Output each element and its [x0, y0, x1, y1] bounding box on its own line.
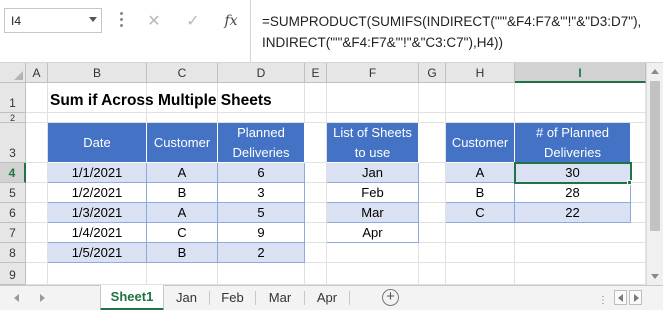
drag-handle-icon[interactable] [120, 12, 123, 30]
row-header-6[interactable]: 6 [0, 203, 26, 223]
column-header-g[interactable]: G [419, 63, 446, 83]
row-header-5[interactable]: 5 [0, 183, 26, 203]
chevron-down-icon[interactable] [89, 17, 97, 22]
table-header-list-of-sheets[interactable]: List of Sheets to use [327, 123, 419, 163]
column-header-f[interactable]: F [327, 63, 419, 83]
tab-feb[interactable]: Feb [210, 286, 255, 310]
table-header-customer[interactable]: Customer [446, 123, 515, 163]
column-header-d[interactable]: D [218, 63, 305, 83]
table-cell[interactable]: 1/1/2021 [48, 163, 147, 183]
fill-handle[interactable] [627, 180, 632, 185]
scroll-up-icon[interactable] [651, 69, 659, 74]
formula-bar: I4 ✕ ✓ fx =SUMPRODUCT(SUMIFS(INDIRECT("'… [0, 0, 663, 63]
select-all-button[interactable] [0, 63, 26, 83]
row-header-8[interactable]: 8 [0, 243, 26, 263]
table-cell[interactable]: 5 [218, 203, 305, 223]
name-box[interactable]: I4 [4, 8, 102, 33]
sheet-title[interactable]: Sum if Across Multiple Sheets [50, 92, 272, 110]
table-cell[interactable]: 2 [218, 243, 305, 263]
table-cell[interactable]: 1/3/2021 [48, 203, 147, 223]
list-item[interactable]: Feb [327, 183, 419, 203]
table-cell[interactable]: 28 [515, 183, 631, 203]
row-header-7[interactable]: 7 [0, 223, 26, 243]
tab-split-handle-icon[interactable]: ⋮ [598, 295, 609, 306]
column-header-e[interactable]: E [305, 63, 327, 83]
column-header-i[interactable]: I [515, 63, 646, 83]
table-cell[interactable]: A [147, 163, 218, 183]
table-header-num-planned-deliveries[interactable]: # of Planned Deliveries [515, 123, 631, 163]
scroll-left-icon[interactable] [614, 290, 627, 305]
column-header-b[interactable]: B [48, 63, 147, 83]
table-cell[interactable]: 1/4/2021 [48, 223, 147, 243]
previous-sheet-icon[interactable] [14, 294, 19, 302]
row-header-9[interactable]: 9 [0, 263, 26, 285]
table-cell[interactable]: 1/5/2021 [48, 243, 147, 263]
formula-bar-divider [250, 0, 251, 63]
formula-input[interactable]: =SUMPRODUCT(SUMIFS(INDIRECT("'"&F4:F7&"'… [262, 11, 657, 53]
table-header-planned-deliveries[interactable]: Planned Deliveries [218, 123, 305, 163]
table-cell[interactable]: 6 [218, 163, 305, 183]
formula-line-2: INDIRECT("'"&F4:F7&"'!"&"C3:C7"),H4)) [262, 35, 503, 50]
column-header-h[interactable]: H [446, 63, 515, 83]
table-cell[interactable]: B [446, 183, 515, 203]
column-header-a[interactable]: A [26, 63, 48, 83]
spreadsheet-grid[interactable]: A B C D E F G H I 1 2 3 4 5 6 7 8 9 Sum … [0, 63, 663, 285]
table-cell[interactable]: A [446, 163, 515, 183]
table-cell[interactable]: C [147, 223, 218, 243]
table-header-date[interactable]: Date [48, 123, 147, 163]
table-cell[interactable]: B [147, 243, 218, 263]
enter-formula-icon[interactable]: ✓ [180, 9, 206, 33]
row-header-2[interactable]: 2 [0, 113, 26, 123]
insert-function-icon[interactable]: fx [218, 9, 244, 33]
list-item[interactable]: Jan [327, 163, 419, 183]
sheet-tab-bar: Sheet1 Jan Feb Mar Apr + ⋮ [0, 285, 663, 310]
row-header-3[interactable]: 3 [0, 123, 26, 163]
tab-mar[interactable]: Mar [256, 286, 304, 310]
table-cell[interactable]: 3 [218, 183, 305, 203]
row-header-1[interactable]: 1 [0, 83, 26, 113]
table-cell[interactable]: 9 [218, 223, 305, 243]
table-header-customer[interactable]: Customer [147, 123, 218, 163]
table-cell[interactable]: C [446, 203, 515, 223]
table-cell[interactable]: 1/2/2021 [48, 183, 147, 203]
column-header-c[interactable]: C [147, 63, 218, 83]
tab-sheet1[interactable]: Sheet1 [100, 285, 164, 310]
add-sheet-icon[interactable]: + [382, 289, 399, 306]
table-cell[interactable]: A [147, 203, 218, 223]
cancel-formula-icon[interactable]: ✕ [141, 9, 167, 33]
scroll-down-icon[interactable] [651, 274, 659, 279]
tab-apr[interactable]: Apr [305, 286, 349, 310]
table-cell[interactable]: B [147, 183, 218, 203]
name-box-value: I4 [11, 14, 22, 28]
table-cell[interactable]: 22 [515, 203, 631, 223]
vertical-scrollbar[interactable] [646, 63, 663, 285]
formula-line-1: =SUMPRODUCT(SUMIFS(INDIRECT("'"&F4:F7&"'… [262, 14, 642, 29]
active-cell-border [514, 162, 632, 184]
list-item[interactable]: Apr [327, 223, 419, 243]
scroll-right-icon[interactable] [629, 290, 642, 305]
scroll-thumb[interactable] [650, 81, 660, 231]
row-header-4[interactable]: 4 [0, 163, 26, 183]
list-item[interactable]: Mar [327, 203, 419, 223]
tab-jan[interactable]: Jan [164, 286, 209, 310]
next-sheet-icon[interactable] [40, 294, 45, 302]
